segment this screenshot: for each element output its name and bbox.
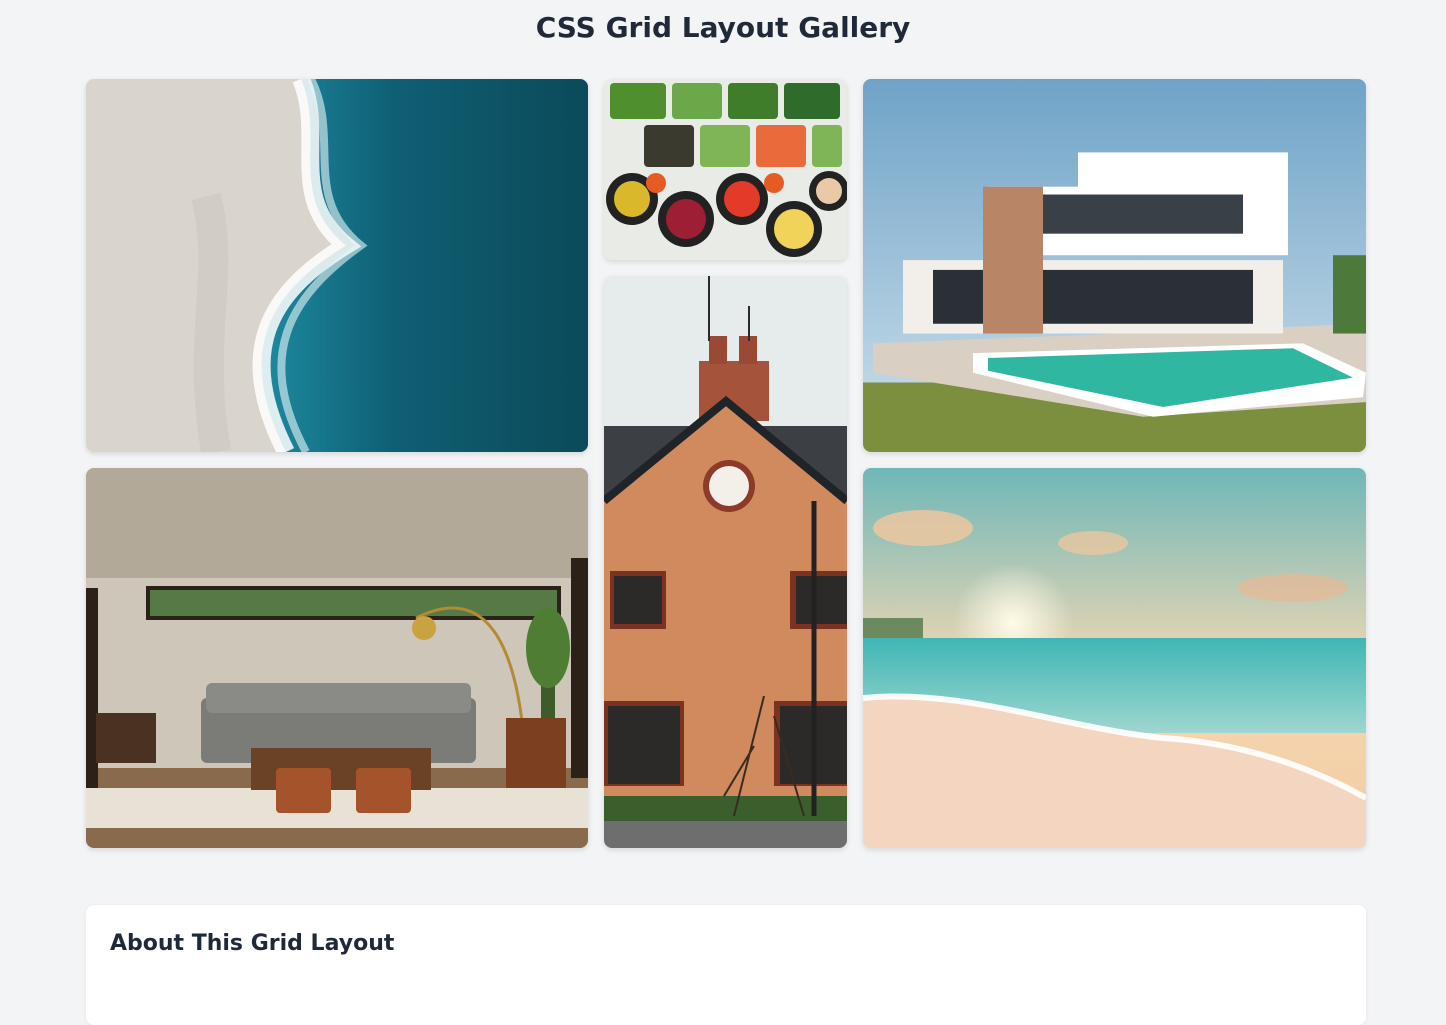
gallery-item-living-room[interactable] — [86, 468, 588, 848]
villa-image — [863, 79, 1366, 452]
gallery-item-ocean[interactable] — [86, 79, 588, 452]
about-title: About This Grid Layout — [110, 931, 395, 956]
gallery-item-vegetables[interactable] — [604, 79, 847, 260]
gallery-item-brick-house[interactable] — [604, 276, 847, 848]
gallery-item-villa[interactable] — [863, 79, 1366, 452]
sunset-image — [863, 468, 1366, 848]
gallery-item-sunset[interactable] — [863, 468, 1366, 848]
page-title: CSS Grid Layout Gallery — [535, 11, 911, 44]
about-section: About This Grid Layout — [86, 905, 1366, 1025]
gallery-grid — [86, 79, 1366, 857]
vegetables-image — [604, 79, 847, 260]
brick-house-image — [604, 276, 847, 848]
living-room-image — [86, 468, 588, 848]
ocean-image — [86, 79, 588, 452]
